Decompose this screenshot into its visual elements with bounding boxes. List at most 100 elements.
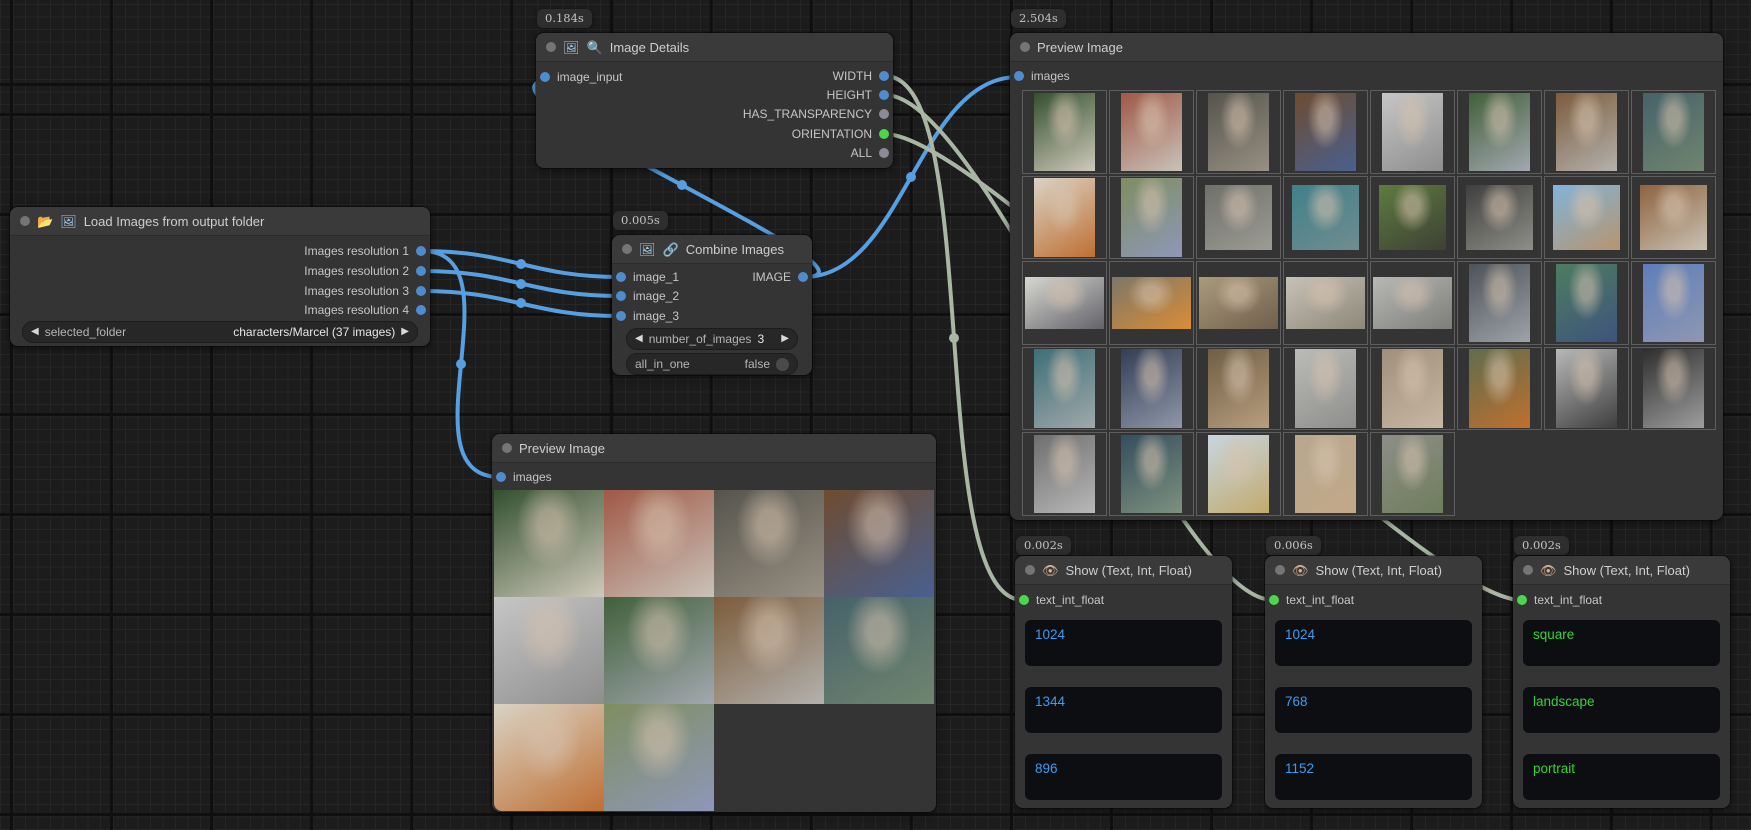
input-image-3[interactable]: image_3: [616, 307, 679, 325]
node-header[interactable]: 🖼 🔗 Combine Images: [612, 235, 812, 264]
input-dot[interactable]: [1517, 595, 1527, 605]
link-dot[interactable]: [516, 259, 526, 269]
preview-image-cell[interactable]: [1544, 90, 1629, 174]
node-load-images[interactable]: 📂 🖼 Load Images from output folder Image…: [10, 207, 430, 346]
output-all[interactable]: ALL: [851, 144, 889, 162]
all-in-one-toggle[interactable]: all_in_one false: [626, 353, 798, 375]
preview-image-cell[interactable]: [1196, 261, 1281, 345]
output-dot[interactable]: [879, 109, 889, 119]
preview-image-cell[interactable]: [714, 490, 824, 597]
preview-image-cell[interactable]: [824, 490, 934, 597]
output-dot[interactable]: [798, 272, 808, 282]
output-dot[interactable]: [879, 90, 889, 100]
collapse-dot[interactable]: [1020, 42, 1030, 52]
input-text-int-float[interactable]: text_int_float: [1269, 591, 1354, 609]
preview-image-cell[interactable]: [1109, 90, 1194, 174]
node-header[interactable]: Preview Image: [1010, 33, 1723, 62]
preview-image-cell[interactable]: [1283, 347, 1368, 431]
prev-arrow-icon[interactable]: ◀: [635, 334, 643, 344]
next-arrow-icon[interactable]: ▶: [781, 334, 789, 344]
preview-image-cell[interactable]: [494, 704, 604, 811]
collapse-dot[interactable]: [622, 244, 632, 254]
value-box[interactable]: 896: [1025, 754, 1222, 800]
link-dot[interactable]: [677, 180, 687, 190]
input-dot[interactable]: [1019, 595, 1029, 605]
link-dot[interactable]: [949, 333, 959, 343]
preview-image-cell[interactable]: [1370, 261, 1455, 345]
preview-image-cell[interactable]: [604, 490, 714, 597]
node-image-details[interactable]: 🖼 🔍 Image Details image_input WIDTH HEIG…: [536, 33, 893, 168]
value-box[interactable]: 1024: [1025, 620, 1222, 666]
output-images-resolution-4[interactable]: Images resolution 4: [304, 301, 426, 319]
preview-image-cell[interactable]: [1631, 176, 1716, 260]
collapse-dot[interactable]: [20, 216, 30, 226]
link-dot[interactable]: [516, 279, 526, 289]
node-preview-image-large[interactable]: Preview Image images: [1010, 33, 1723, 520]
node-combine-images[interactable]: 🖼 🔗 Combine Images image_1 image_2 image…: [612, 235, 812, 375]
preview-image-cell[interactable]: [1283, 90, 1368, 174]
node-show-2[interactable]: 👁 Show (Text, Int, Float) text_int_float…: [1265, 556, 1482, 808]
output-orientation[interactable]: ORIENTATION: [792, 125, 889, 143]
preview-image-cell[interactable]: [1631, 347, 1716, 431]
preview-image-cell[interactable]: [1022, 432, 1107, 516]
node-header[interactable]: Preview Image: [492, 434, 936, 463]
value-box[interactable]: 1024: [1275, 620, 1472, 666]
collapse-dot[interactable]: [502, 443, 512, 453]
preview-image-cell[interactable]: [1544, 261, 1629, 345]
input-image-2[interactable]: image_2: [616, 287, 679, 305]
preview-image-cell[interactable]: [1283, 432, 1368, 516]
link-dot[interactable]: [516, 298, 526, 308]
next-arrow-icon[interactable]: ▶: [401, 327, 409, 337]
link-dot[interactable]: [456, 359, 466, 369]
value-box[interactable]: 1344: [1025, 687, 1222, 733]
preview-image-cell[interactable]: [1544, 347, 1629, 431]
preview-image-cell[interactable]: [714, 597, 824, 704]
preview-image-cell[interactable]: [1457, 176, 1542, 260]
node-header[interactable]: 🖼 🔍 Image Details: [536, 33, 893, 62]
input-image-input[interactable]: image_input: [540, 68, 622, 86]
output-width[interactable]: WIDTH: [833, 67, 889, 85]
preview-image-cell[interactable]: [1283, 261, 1368, 345]
collapse-dot[interactable]: [1523, 565, 1533, 575]
preview-image-cell[interactable]: [1196, 347, 1281, 431]
output-dot[interactable]: [416, 286, 426, 296]
number-of-images-widget[interactable]: ◀ number_of_images 3 ▶: [626, 328, 798, 350]
preview-image-cell[interactable]: [1022, 90, 1107, 174]
output-images-resolution-3[interactable]: Images resolution 3: [304, 282, 426, 300]
preview-image-cell[interactable]: [1631, 90, 1716, 174]
preview-image-cell[interactable]: [1022, 261, 1107, 345]
input-dot[interactable]: [496, 472, 506, 482]
preview-image-cell[interactable]: [1022, 347, 1107, 431]
preview-image-cell[interactable]: [1109, 261, 1194, 345]
preview-image-cell[interactable]: [494, 597, 604, 704]
prev-arrow-icon[interactable]: ◀: [31, 327, 39, 337]
preview-image-cell[interactable]: [1457, 90, 1542, 174]
node-header[interactable]: 👁 Show (Text, Int, Float): [1265, 556, 1482, 585]
preview-image-cell[interactable]: [604, 704, 714, 811]
node-preview-image-small[interactable]: Preview Image images: [492, 434, 936, 812]
output-images-resolution-2[interactable]: Images resolution 2: [304, 262, 426, 280]
node-header[interactable]: 📂 🖼 Load Images from output folder: [10, 207, 430, 236]
preview-image-cell[interactable]: [1283, 176, 1368, 260]
node-show-1[interactable]: 👁 Show (Text, Int, Float) text_int_float…: [1015, 556, 1232, 808]
node-header[interactable]: 👁 Show (Text, Int, Float): [1513, 556, 1730, 585]
input-dot[interactable]: [1269, 595, 1279, 605]
collapse-dot[interactable]: [1275, 565, 1285, 575]
output-dot[interactable]: [879, 129, 889, 139]
input-dot[interactable]: [1014, 71, 1024, 81]
preview-image-cell[interactable]: [1370, 432, 1455, 516]
node-header[interactable]: 👁 Show (Text, Int, Float): [1015, 556, 1232, 585]
selected-folder-widget[interactable]: ◀ selected_folder characters/Marcel (37 …: [22, 321, 418, 343]
preview-image-cell[interactable]: [1544, 176, 1629, 260]
preview-image-cell[interactable]: [604, 597, 714, 704]
link-dot[interactable]: [906, 172, 916, 182]
preview-image-cell[interactable]: [824, 597, 934, 704]
output-dot[interactable]: [416, 246, 426, 256]
input-dot[interactable]: [616, 311, 626, 321]
input-images[interactable]: images: [496, 468, 552, 486]
collapse-dot[interactable]: [546, 42, 556, 52]
output-height[interactable]: HEIGHT: [827, 86, 889, 104]
value-box[interactable]: square: [1523, 620, 1720, 666]
preview-image-cell[interactable]: [1370, 176, 1455, 260]
preview-image-cell[interactable]: [1022, 176, 1107, 260]
